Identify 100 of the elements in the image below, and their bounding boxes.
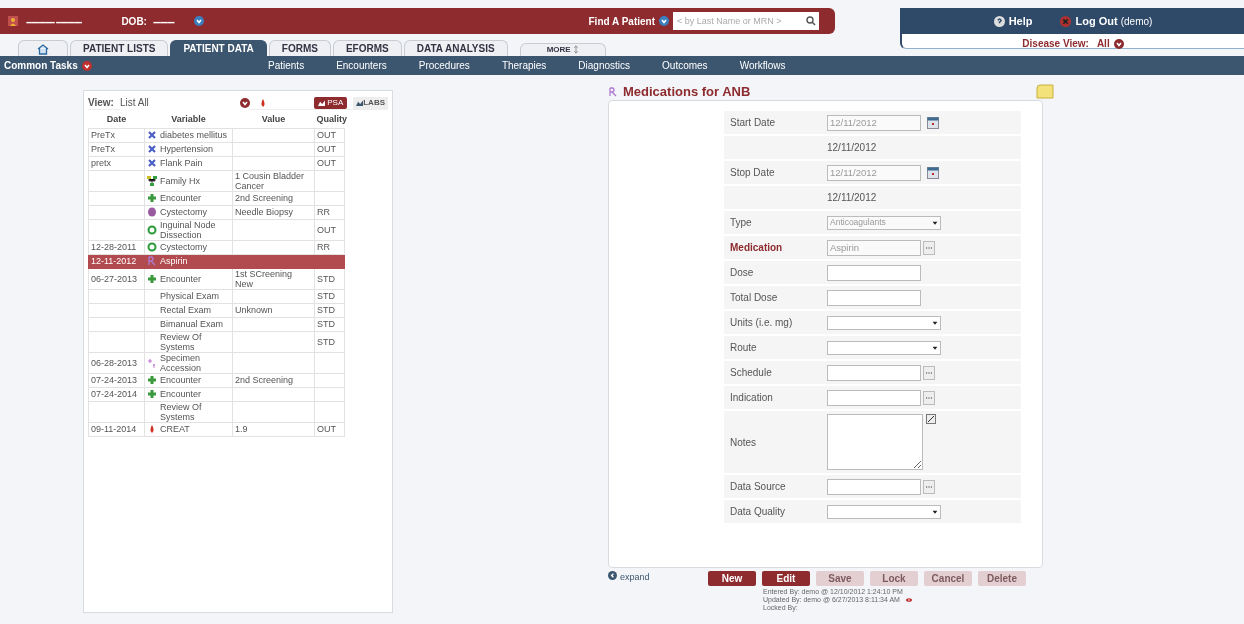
date-text: 12/11/2012 [827, 141, 877, 155]
nav-tab[interactable]: EFORMS [332, 40, 402, 56]
person-icon [8, 16, 18, 26]
table-row[interactable]: pretx Flank Pain OUT [88, 156, 345, 170]
select-field[interactable] [827, 504, 941, 519]
common-tasks-menu[interactable]: Common Tasks [0, 58, 268, 73]
find-patient-label: Find A Patient [588, 14, 655, 29]
nav-tab[interactable]: DATA ANALYSIS [403, 40, 508, 56]
quality-cell: STD [314, 289, 345, 303]
select-field[interactable] [827, 340, 941, 355]
table-row[interactable]: 06-28-2013 Specimen Accession [88, 352, 345, 373]
input-field[interactable] [827, 289, 921, 306]
table-row[interactable]: Review Of Systems STD [88, 331, 345, 352]
dob-value: --------- [152, 14, 174, 29]
column-header: Variable [144, 112, 233, 128]
search-icon [806, 16, 816, 26]
field-label: Schedule [729, 366, 773, 380]
ring-icon [147, 242, 157, 252]
quality-cell: OUT [314, 422, 345, 436]
input-field[interactable] [827, 389, 921, 406]
nav-link[interactable]: Outcomes [662, 58, 708, 73]
psa-button[interactable]: PSA [314, 96, 348, 109]
column-header: Quality [314, 112, 345, 128]
action-button[interactable]: Edit [762, 571, 810, 586]
chart-icon [318, 98, 325, 106]
plus-icon [147, 273, 157, 284]
nav-tab[interactable]: FORMS [268, 40, 331, 56]
action-button[interactable]: New [708, 571, 756, 586]
quality-cell: STD [314, 303, 345, 317]
nav-tab[interactable]: MORE [519, 43, 606, 56]
table-row[interactable]: 06-27-2013 Encounter 1st SCreening New STD [88, 268, 345, 289]
table-row[interactable]: PreTx diabetes mellitus OUT [88, 128, 345, 142]
input-field[interactable] [827, 364, 921, 381]
patient-name: ------------ ----------- [26, 14, 82, 29]
expand-icon [608, 571, 617, 580]
quality-cell: OUT [314, 156, 345, 170]
table-row[interactable]: 07-24-2013 Encounter 2nd Screening [88, 373, 345, 387]
table-row[interactable]: 07-24-2014 Encounter [88, 387, 345, 401]
lookup-button[interactable] [923, 365, 935, 380]
help-link[interactable]: Help [993, 12, 1033, 30]
nav-link[interactable]: Procedures [418, 58, 470, 73]
lookup-button[interactable] [923, 390, 935, 405]
ring-icon [147, 224, 157, 235]
search-button[interactable] [803, 12, 819, 30]
input-field[interactable] [827, 264, 921, 281]
field-label: Dose [729, 266, 755, 280]
labs-button[interactable]: LABS [353, 96, 388, 109]
field-label: Start Date [729, 116, 777, 130]
date-text: 12/11/2012 [827, 191, 877, 205]
table-row[interactable]: Review Of Systems [88, 401, 345, 422]
nav-link[interactable]: Workflows [739, 58, 786, 73]
logout-link[interactable]: Log Out (demo) [1060, 12, 1153, 30]
date-cell: 06-27-2013 [88, 268, 145, 289]
variable-text: Review Of Systems [160, 401, 203, 422]
nav-link[interactable]: Encounters [336, 58, 387, 73]
variable-text: Encounter [160, 273, 202, 284]
nav-link[interactable]: Patients [268, 58, 305, 73]
variable-text: Flank Pain [160, 158, 203, 168]
rx-icon [147, 256, 157, 266]
variable-text: Rectal Exam [160, 305, 212, 315]
table-row[interactable]: Rectal Exam Unknown STD [88, 303, 345, 317]
variable-text: diabetes mellitus [160, 130, 228, 140]
nav-tab[interactable]: PATIENT LISTS [70, 40, 169, 56]
input-field[interactable] [827, 478, 921, 495]
expand-link[interactable]: expand [608, 571, 708, 612]
value-cell: 1.9 [232, 422, 315, 436]
nav-link[interactable]: Therapies [501, 58, 547, 73]
field-label: Total Dose [729, 291, 779, 305]
table-row[interactable]: Encounter 2nd Screening [88, 191, 345, 205]
nav-link[interactable]: Diagnostics [578, 58, 631, 73]
nav-tab[interactable] [18, 40, 68, 56]
value-cell: 2nd Screening [232, 373, 315, 387]
table-row[interactable]: Family Hx 1 Cousin Bladder Cancer [88, 170, 345, 191]
table-row[interactable]: Physical Exam STD [88, 289, 345, 303]
table-row[interactable]: Cystectomy Needle Biopsy RR [88, 205, 345, 219]
table-row[interactable]: Bimanual Exam STD [88, 317, 345, 331]
select-field[interactable] [827, 315, 941, 330]
date-cell: 06-28-2013 [88, 352, 145, 373]
date-cell: pretx [88, 156, 145, 170]
caret-icon [932, 508, 938, 515]
notes-field[interactable] [827, 414, 923, 470]
lookup-button[interactable] [923, 240, 935, 255]
view-select[interactable]: List All [119, 95, 250, 110]
column-header: Date [88, 112, 145, 128]
lookup-button[interactable] [923, 479, 935, 494]
nav-tab[interactable]: PATIENT DATA [170, 40, 267, 56]
quality-cell: STD [314, 317, 345, 331]
table-row[interactable]: 09-11-2014 CREAT 1.9 OUT [88, 422, 345, 436]
specimen-icon [147, 357, 157, 368]
variable-text: Physical Exam [160, 291, 220, 301]
form-title: Medications for ANB [623, 82, 751, 101]
table-row[interactable]: 12-11-2012 Aspirin [88, 254, 345, 268]
table-row[interactable]: PreTx Hypertension OUT [88, 142, 345, 156]
field-label: Medication [729, 241, 784, 255]
disease-view-value[interactable]: All [1096, 36, 1110, 51]
variable-text: Cystectomy [160, 242, 207, 252]
search-field[interactable]: < by Last Name or MRN > [673, 12, 803, 30]
table-row[interactable]: Inguinal Node Dissection OUT [88, 219, 345, 240]
note-icon [1036, 84, 1054, 99]
table-row[interactable]: 12-28-2011 Cystectomy RR [88, 240, 345, 254]
